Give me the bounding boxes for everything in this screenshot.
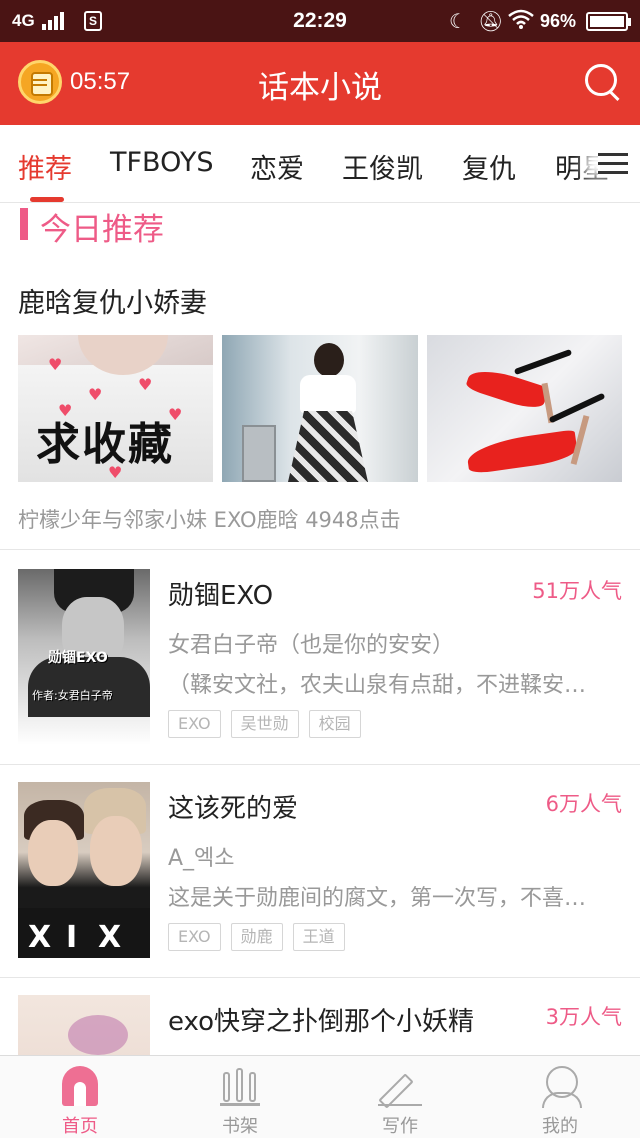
- featured-image-2[interactable]: [222, 335, 418, 482]
- popularity-count: 3万人气: [545, 1005, 622, 1029]
- nav-label: 首页: [62, 1116, 98, 1137]
- book-tag[interactable]: 王道: [292, 923, 345, 951]
- cover-title: 勋锢EXO: [48, 650, 108, 666]
- book-author: A_엑소: [168, 846, 235, 871]
- book-tag[interactable]: 勋鹿: [230, 923, 283, 951]
- book-tag[interactable]: 吴世勋: [230, 710, 299, 738]
- nav-label: 书架: [222, 1116, 258, 1137]
- nav-profile[interactable]: 我的: [480, 1056, 640, 1138]
- divider: [0, 549, 640, 550]
- tab-tfboys[interactable]: TFBOYS: [110, 147, 213, 178]
- nav-label: 我的: [542, 1116, 578, 1137]
- book-item[interactable]: exo快穿之扑倒那个小妖精 3万人气: [0, 977, 640, 1055]
- battery-percent: 96%: [540, 11, 577, 31]
- tab-recommend[interactable]: 推荐: [18, 147, 72, 186]
- nav-write[interactable]: 写作: [320, 1056, 480, 1138]
- popularity-count: 6万人气: [545, 792, 622, 816]
- app-header: 05:57 话本小说: [0, 42, 640, 125]
- book-tags: EXO 勋鹿 王道: [168, 923, 355, 951]
- featured-book-meta: 柠檬少年与邻家小妹 EXO鹿晗 4948点击: [18, 508, 401, 532]
- battery-icon: [586, 12, 631, 31]
- book-title[interactable]: 这该死的爱: [168, 788, 298, 825]
- featured-image-caption: 求收藏: [36, 419, 174, 470]
- tab-revenge[interactable]: 复仇: [462, 147, 516, 186]
- book-cover[interactable]: [18, 995, 150, 1055]
- book-item[interactable]: 勋锢EXO 作者:女君白子帝 勋锢EXO 51万人气 女君白子帝（也是你的安安）…: [0, 551, 640, 764]
- book-tag[interactable]: EXO: [168, 923, 221, 951]
- bottom-navigation: 首页 书架 写作 我的: [0, 1055, 640, 1138]
- book-author: 女君白子帝（也是你的安安）: [168, 633, 455, 658]
- search-icon[interactable]: [585, 64, 621, 102]
- book-item[interactable]: X I X 这该死的爱 6万人气 A_엑소 这是关于勋鹿间的腐文，第一次写，不喜…: [0, 764, 640, 977]
- section-accent-bar: [20, 208, 28, 240]
- active-tab-indicator: [30, 197, 64, 202]
- bell-off-icon: 🔕︎: [478, 11, 504, 33]
- featured-image-3[interactable]: [427, 335, 622, 482]
- book-description: 这是关于勋鹿间的腐文，第一次写，不喜…: [168, 886, 587, 911]
- popularity-count: 51万人气: [532, 579, 622, 603]
- book-tags: EXO 吴世勋 校园: [168, 710, 371, 738]
- section-title: 今日推荐: [40, 212, 164, 248]
- cover-author: 作者:女君白子帝: [32, 689, 113, 702]
- app-title: 话本小说: [258, 70, 382, 106]
- moon-icon: ☾: [449, 11, 467, 33]
- menu-icon[interactable]: [598, 151, 628, 177]
- pen-icon: [378, 1066, 422, 1106]
- home-icon: [62, 1066, 98, 1106]
- status-bar: 4G S 22:29 ☾ 🔕︎ 96%: [0, 0, 640, 42]
- wifi-icon: [508, 9, 534, 35]
- book-cover[interactable]: X I X: [18, 782, 150, 958]
- category-tabs: 推荐 TFBOYS 恋爱 王俊凯 复仇 明星: [0, 125, 640, 203]
- book-title[interactable]: exo快穿之扑倒那个小妖精: [168, 1001, 474, 1038]
- book-tag[interactable]: EXO: [168, 710, 221, 738]
- book-tag[interactable]: 校园: [308, 710, 361, 738]
- nav-bookshelf[interactable]: 书架: [160, 1056, 320, 1138]
- featured-image-1[interactable]: ♥ ♥ ♥ ♥ ♥ ♥ 求收藏: [18, 335, 213, 482]
- tab-romance[interactable]: 恋爱: [250, 147, 304, 186]
- book-cover[interactable]: 勋锢EXO 作者:女君白子帝: [18, 569, 150, 745]
- tab-wang-junkai[interactable]: 王俊凯: [342, 147, 423, 186]
- bookshelf-icon: [220, 1066, 260, 1106]
- nav-label: 写作: [382, 1116, 418, 1137]
- profile-icon: [542, 1066, 582, 1108]
- featured-book-title[interactable]: 鹿晗复仇小娇妻: [18, 281, 207, 320]
- book-description: （鞣安文社，农夫山泉有点甜，不进鞣安…: [168, 673, 587, 698]
- nav-home[interactable]: 首页: [0, 1056, 160, 1138]
- book-title[interactable]: 勋锢EXO: [168, 575, 273, 612]
